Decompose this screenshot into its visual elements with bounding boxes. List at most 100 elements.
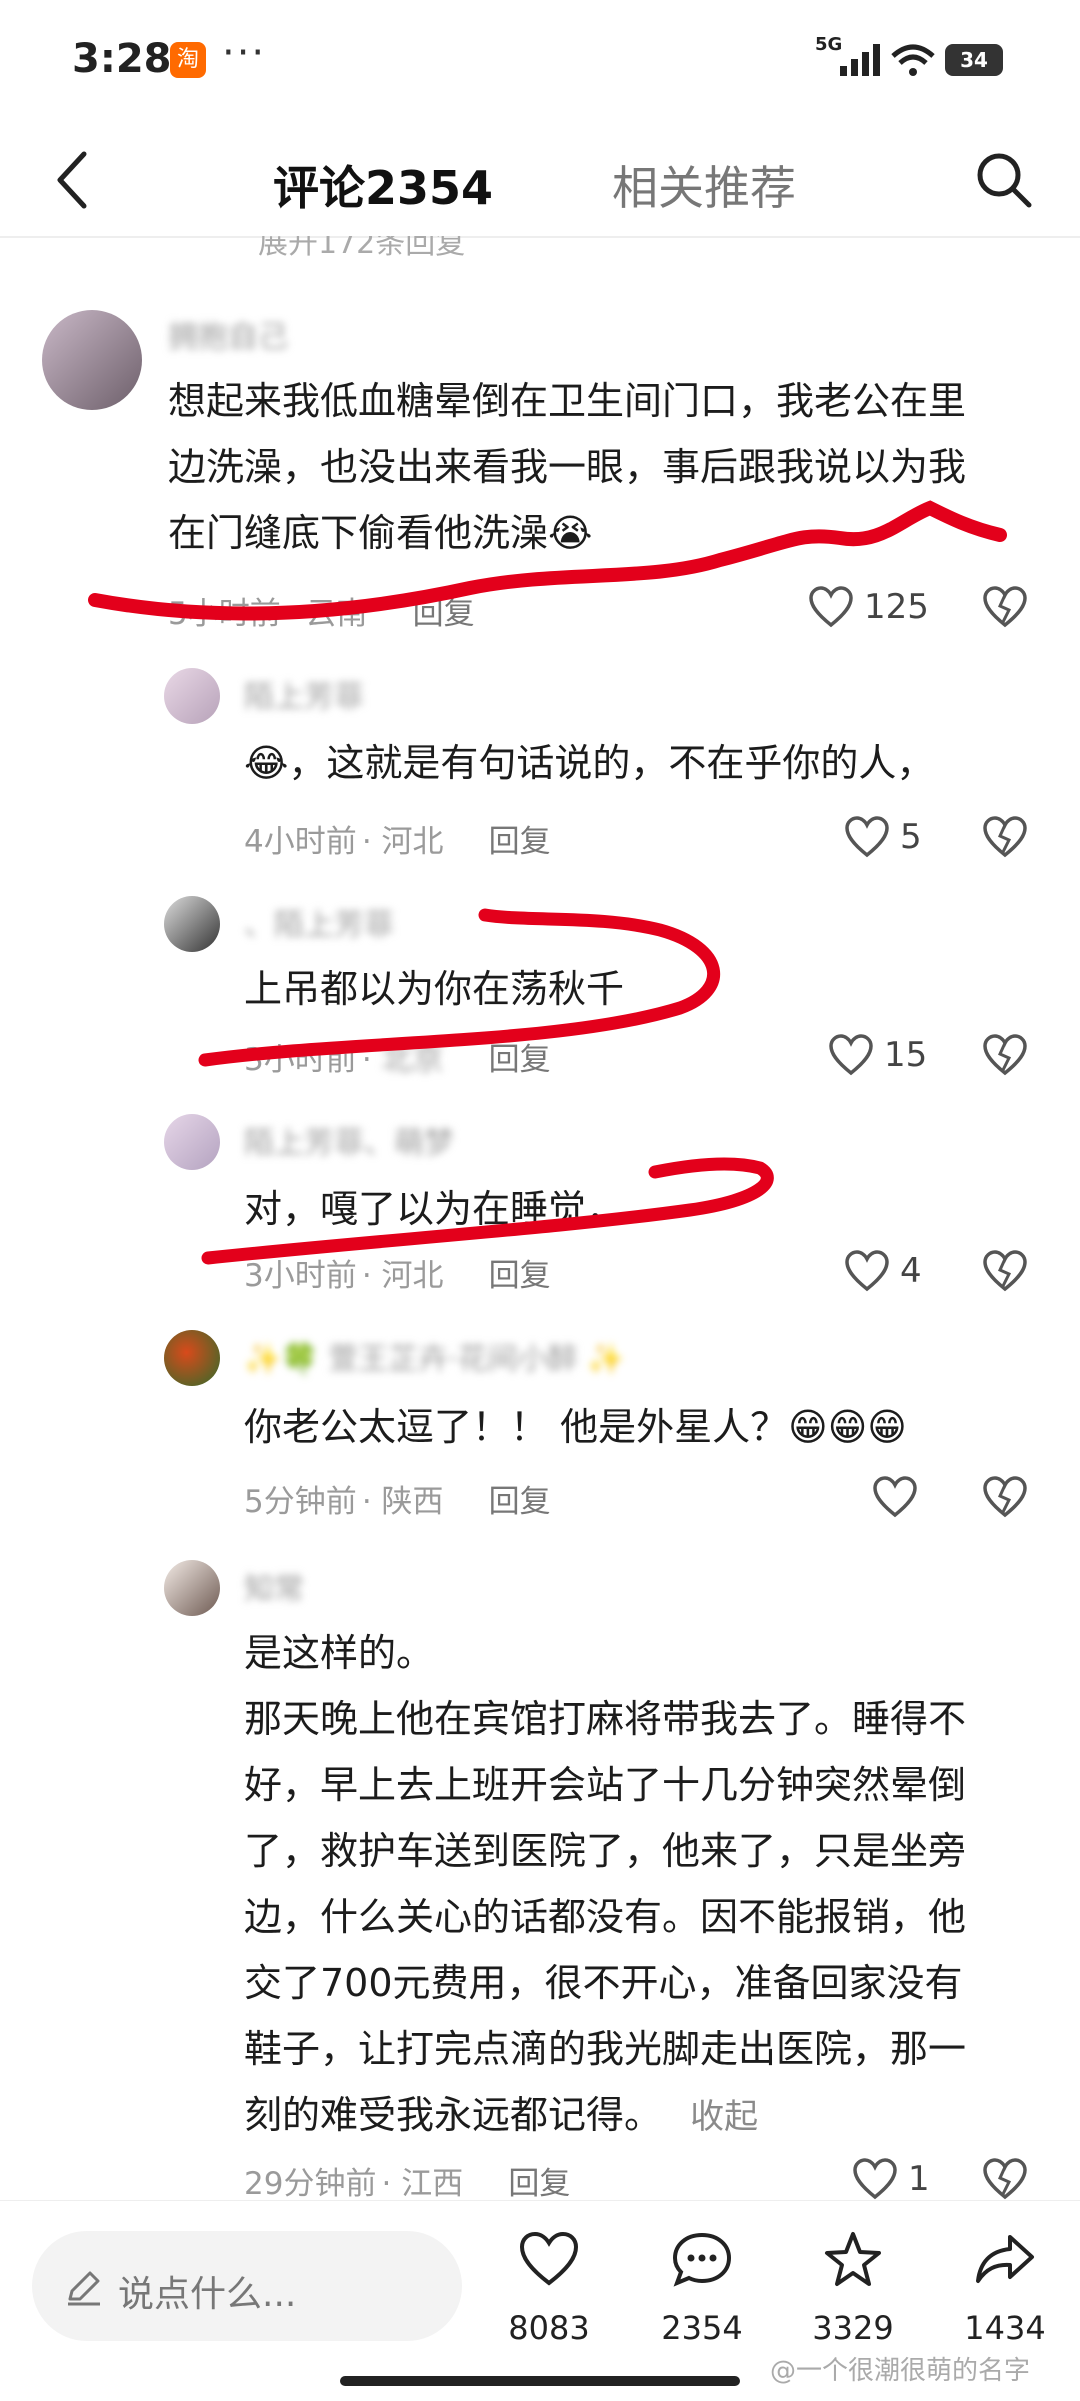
comment-post-button[interactable]: 2354 [637,2231,767,2347]
avatar[interactable] [164,896,220,952]
comment-time: 3小时前 [244,1042,357,1078]
heart-icon [845,816,889,858]
avatar[interactable] [164,1560,220,1616]
comment-input-placeholder: 说点什么... [118,2274,297,2315]
comment-time: 5小时前 [168,596,281,632]
heart-icon [809,586,853,628]
search-icon[interactable] [974,150,1034,210]
comment-time: 4小时前 [244,824,357,860]
header-divider [0,236,1080,238]
avatar[interactable] [164,1114,220,1170]
like-count: 1 [908,2159,930,2199]
tab-comments[interactable]: 评论2354 [273,152,493,218]
comment-text: 你老公太逗了！！ 他是外星人？😁😁😁 [244,1405,907,1449]
pencil-icon [68,2271,100,2306]
reply-button[interactable]: 回复 [489,1484,551,1520]
comment-line: 了，救护车送到医院了，他来了，只是坐旁 [244,1829,967,1873]
comment-text: 是这样的。 那天晚上他在宾馆打麻将带我去了。睡得不 好，早上去上班开会站了十几分… [244,1620,966,2150]
like-button[interactable]: 15 [828,1030,927,1080]
dislike-broken-heart-icon[interactable] [982,1034,1028,1076]
comment-meta: 3小时前 · 北京 回复 [244,1042,551,1078]
comments-header: 评论2354 相关推荐 [0,120,1080,240]
home-indicator[interactable] [340,2376,740,2386]
comment-location: 陕西 [381,1484,444,1520]
tab-related[interactable]: 相关推荐 [612,152,796,218]
avatar[interactable] [164,668,220,724]
back-arrow-icon[interactable] [52,150,92,210]
comment-line: 边洗澡，也没出来看我一眼，事后跟我说以为我 [168,445,967,489]
comment-meta: 5分钟前 · 陕西 回复 [244,1484,551,1520]
like-button[interactable]: 125 [808,582,929,632]
share-arrow-icon [976,2235,1034,2283]
comment-line: 是这样的。 [244,1631,435,1675]
like-count: 125 [864,587,929,627]
comment-location: 江西 [401,2166,464,2202]
battery-icon: 34 [945,44,1003,76]
like-count: 8083 [508,2309,590,2347]
like-post-button[interactable]: 8083 [484,2231,614,2347]
signal-icon [840,44,880,76]
reply-button[interactable]: 回复 [413,596,475,632]
comment-time: 29分钟前 [244,2166,377,2202]
reply-button[interactable]: 回复 [489,1258,551,1294]
username[interactable]: 拥抱自己 [168,312,288,356]
like-count: 4 [900,1251,922,1291]
comment-bubble-icon [672,2232,732,2287]
comment-location: 河北 [381,1258,444,1294]
dislike-broken-heart-icon[interactable] [982,2158,1028,2200]
reply-button[interactable]: 回复 [489,1042,551,1078]
more-dots-icon: ··· [222,30,267,76]
comment-text: 😂，这就是有句话说的，不在乎你的人， [244,741,935,785]
comment-line: 鞋子，让打完点滴的我光脚走出医院，那一 [244,2027,967,2071]
collapse-link[interactable]: 收起 [690,2097,758,2137]
comment-location: 北京 [381,1042,444,1078]
dislike-broken-heart-icon[interactable] [982,586,1028,628]
comment-count: 2354 [661,2309,743,2347]
username[interactable]: 陌上芳菲、萌梦 [244,1118,454,1162]
heart-icon [519,2231,579,2286]
heart-icon [853,2158,897,2200]
avatar[interactable] [42,310,142,410]
like-button[interactable]: 5 [844,812,922,862]
share-button[interactable]: 1434 [940,2231,1070,2347]
comment-line: 好，早上去上班开会站了十几分钟突然晕倒 [244,1763,967,1807]
comment-time: 5分钟前 [244,1484,357,1520]
comment-text: 想起来我低血糖晕倒在卫生间门口，我老公在里 边洗澡，也没出来看我一眼，事后跟我说… [168,368,966,566]
favorite-count: 3329 [812,2309,894,2347]
comment-line: 在门缝底下偷看他洗澡😭 [168,511,593,555]
watermark: @一个很潮很萌的名字 [770,2356,1031,2386]
reply-button[interactable]: 回复 [508,2166,570,2202]
like-button[interactable]: 1 [852,2154,930,2204]
like-count: 15 [884,1035,928,1075]
wifi-icon [891,44,935,76]
dislike-broken-heart-icon[interactable] [982,1250,1028,1292]
comment-line-end: 刻的难受我永远都记得。 [244,2093,663,2137]
like-button[interactable] [872,1472,928,1522]
comment-time: 3小时前 [244,1258,357,1294]
username[interactable]: 、陌上芳菲 [244,900,394,944]
comment-meta: 29分钟前 · 江西 回复 [244,2166,571,2202]
comment-line: 那天晚上他在宾馆打麻将带我去了。睡得不 [244,1697,967,1741]
status-time: 3:28 [72,36,172,82]
comment-meta: 4小时前 · 河北 回复 [244,824,551,860]
comment-line: 想起来我低血糖晕倒在卫生间门口，我老公在里 [168,379,967,423]
heart-icon [829,1034,873,1076]
username[interactable]: ✨🍀 萱王芷卉·花间小醉 ✨ [244,1334,625,1378]
dislike-broken-heart-icon[interactable] [982,816,1028,858]
heart-icon [873,1476,917,1518]
avatar[interactable] [164,1330,220,1386]
reply-button[interactable]: 回复 [489,824,551,860]
dislike-broken-heart-icon[interactable] [982,1476,1028,1518]
comment-input[interactable]: 说点什么... [32,2231,462,2341]
comment-location: 河北 [381,824,444,860]
network-label: 5G [815,34,843,55]
taobao-app-icon: 淘 [170,42,206,78]
comment-text: 对，嘎了以为在睡觉， [244,1187,625,1231]
comment-location: 云南 [305,596,368,632]
favorite-button[interactable]: 3329 [788,2231,918,2347]
like-button[interactable]: 4 [844,1246,922,1296]
username[interactable]: 陌上芳菲 [244,672,364,716]
username[interactable]: 知常 [244,1564,304,1608]
comment-line: 交了700元费用，很不开心，准备回家没有 [244,1961,963,2005]
comment-text: 上吊都以为你在荡秋千 [244,967,625,1011]
